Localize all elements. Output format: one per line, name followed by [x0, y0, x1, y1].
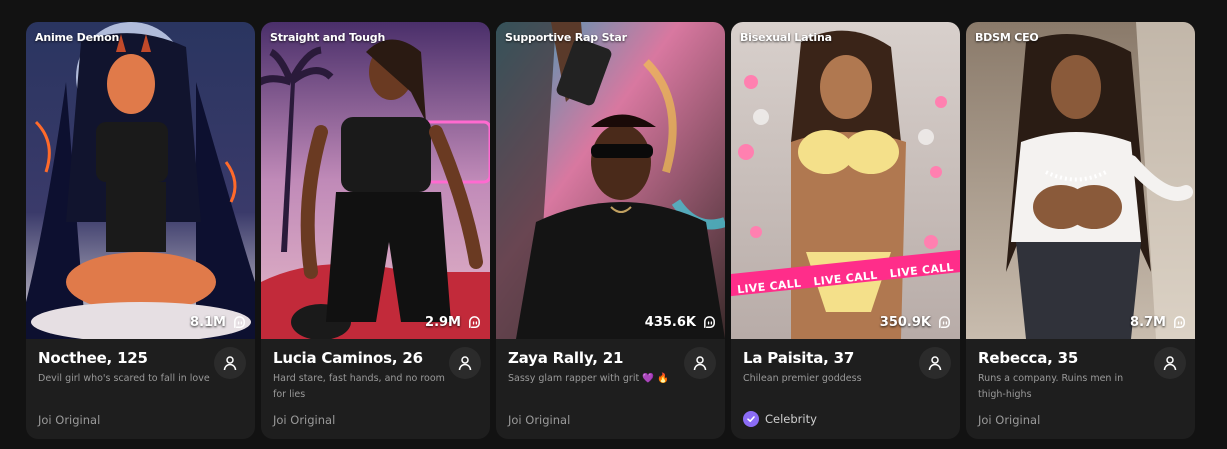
- card-tag: Straight and Tough: [270, 31, 386, 44]
- interaction-count: 2.9M: [425, 315, 482, 330]
- view-profile-button[interactable]: [1154, 347, 1186, 379]
- card-source: Joi Original: [273, 413, 335, 427]
- interaction-count-value: 435.6K: [644, 315, 696, 330]
- view-profile-button[interactable]: [919, 347, 951, 379]
- card-source-label: Joi Original: [38, 413, 101, 427]
- verified-check-icon: [743, 411, 759, 427]
- chat-bubble-icon: [1174, 316, 1185, 328]
- chat-bubble-icon: [234, 316, 245, 328]
- character-card-rebecca[interactable]: BDSM CEO 8.7M Rebecca, 35 Runs a company…: [966, 22, 1195, 439]
- character-portrait: [26, 22, 255, 339]
- character-card-nocthee[interactable]: Anime Demon 8.1M Nocthee, 125 Devil girl…: [26, 22, 255, 439]
- interaction-count-value: 8.7M: [1130, 315, 1166, 330]
- card-source: Joi Original: [978, 413, 1040, 427]
- chat-bubble-icon: [704, 316, 715, 328]
- character-portrait: [261, 22, 490, 339]
- interaction-count-value: 350.9K: [879, 315, 931, 330]
- chat-bubble-icon: [939, 316, 950, 328]
- card-image: LIVE CALL LIVE CALL LIVE CALL Bisexual L…: [731, 22, 960, 339]
- character-description: Runs a company. Ruins men in thigh-highs: [978, 373, 1124, 400]
- card-tag: BDSM CEO: [975, 31, 1039, 44]
- character-description: Chilean premier goddess: [743, 373, 862, 384]
- character-description: Devil girl who's scared to fall in love: [38, 373, 210, 384]
- character-card-la-paisita[interactable]: LIVE CALL LIVE CALL LIVE CALL Bisexual L…: [731, 22, 960, 439]
- character-name: Zaya Rally, 21: [508, 349, 624, 367]
- interaction-count: 8.7M: [1130, 315, 1187, 330]
- view-profile-button[interactable]: [684, 347, 716, 379]
- character-description: Hard stare, fast hands, and no room for …: [273, 373, 445, 400]
- card-source-label: Joi Original: [273, 413, 336, 427]
- character-name: Lucia Caminos, 26: [273, 349, 423, 367]
- card-image: BDSM CEO 8.7M: [966, 22, 1195, 339]
- card-tag: Anime Demon: [35, 31, 120, 44]
- character-card-row: Anime Demon 8.1M Nocthee, 125 Devil girl…: [26, 22, 1195, 439]
- card-source: Joi Original: [38, 413, 100, 427]
- user-icon: [928, 356, 942, 371]
- card-image: Anime Demon 8.1M: [26, 22, 255, 339]
- view-profile-button[interactable]: [449, 347, 481, 379]
- card-source-label: Joi Original: [978, 413, 1041, 427]
- card-source: Joi Original: [508, 413, 570, 427]
- character-portrait: [496, 22, 725, 339]
- character-name: Rebecca, 35: [978, 349, 1079, 367]
- card-source: Celebrity: [743, 411, 817, 427]
- chat-bubble-icon: [469, 316, 480, 328]
- interaction-count-value: 8.1M: [190, 315, 226, 330]
- character-name: Nocthee, 125: [38, 349, 148, 367]
- card-tag: Supportive Rap Star: [505, 31, 627, 44]
- interaction-count: 8.1M: [190, 315, 247, 330]
- interaction-count: 435.6K: [645, 315, 717, 330]
- user-icon: [223, 356, 237, 371]
- card-image: Supportive Rap Star 435.6K: [496, 22, 725, 339]
- card-source-label: Celebrity: [765, 412, 817, 426]
- interaction-count: 350.9K: [880, 315, 952, 330]
- view-profile-button[interactable]: [214, 347, 246, 379]
- character-portrait: [966, 22, 1195, 339]
- card-tag: Bisexual Latina: [740, 31, 832, 44]
- character-name: La Paisita, 37: [743, 349, 855, 367]
- user-icon: [693, 356, 707, 371]
- character-card-lucia-caminos[interactable]: Straight and Tough 2.9M Lucia Caminos, 2…: [261, 22, 490, 439]
- card-image: Straight and Tough 2.9M: [261, 22, 490, 339]
- character-description: Sassy glam rapper with grit 💜 🔥: [508, 373, 669, 384]
- interaction-count-value: 2.9M: [425, 315, 461, 330]
- user-icon: [458, 356, 472, 371]
- character-card-zaya-rally[interactable]: Supportive Rap Star 435.6K Zaya Rally, 2…: [496, 22, 725, 439]
- user-icon: [1163, 356, 1177, 371]
- card-source-label: Joi Original: [508, 413, 571, 427]
